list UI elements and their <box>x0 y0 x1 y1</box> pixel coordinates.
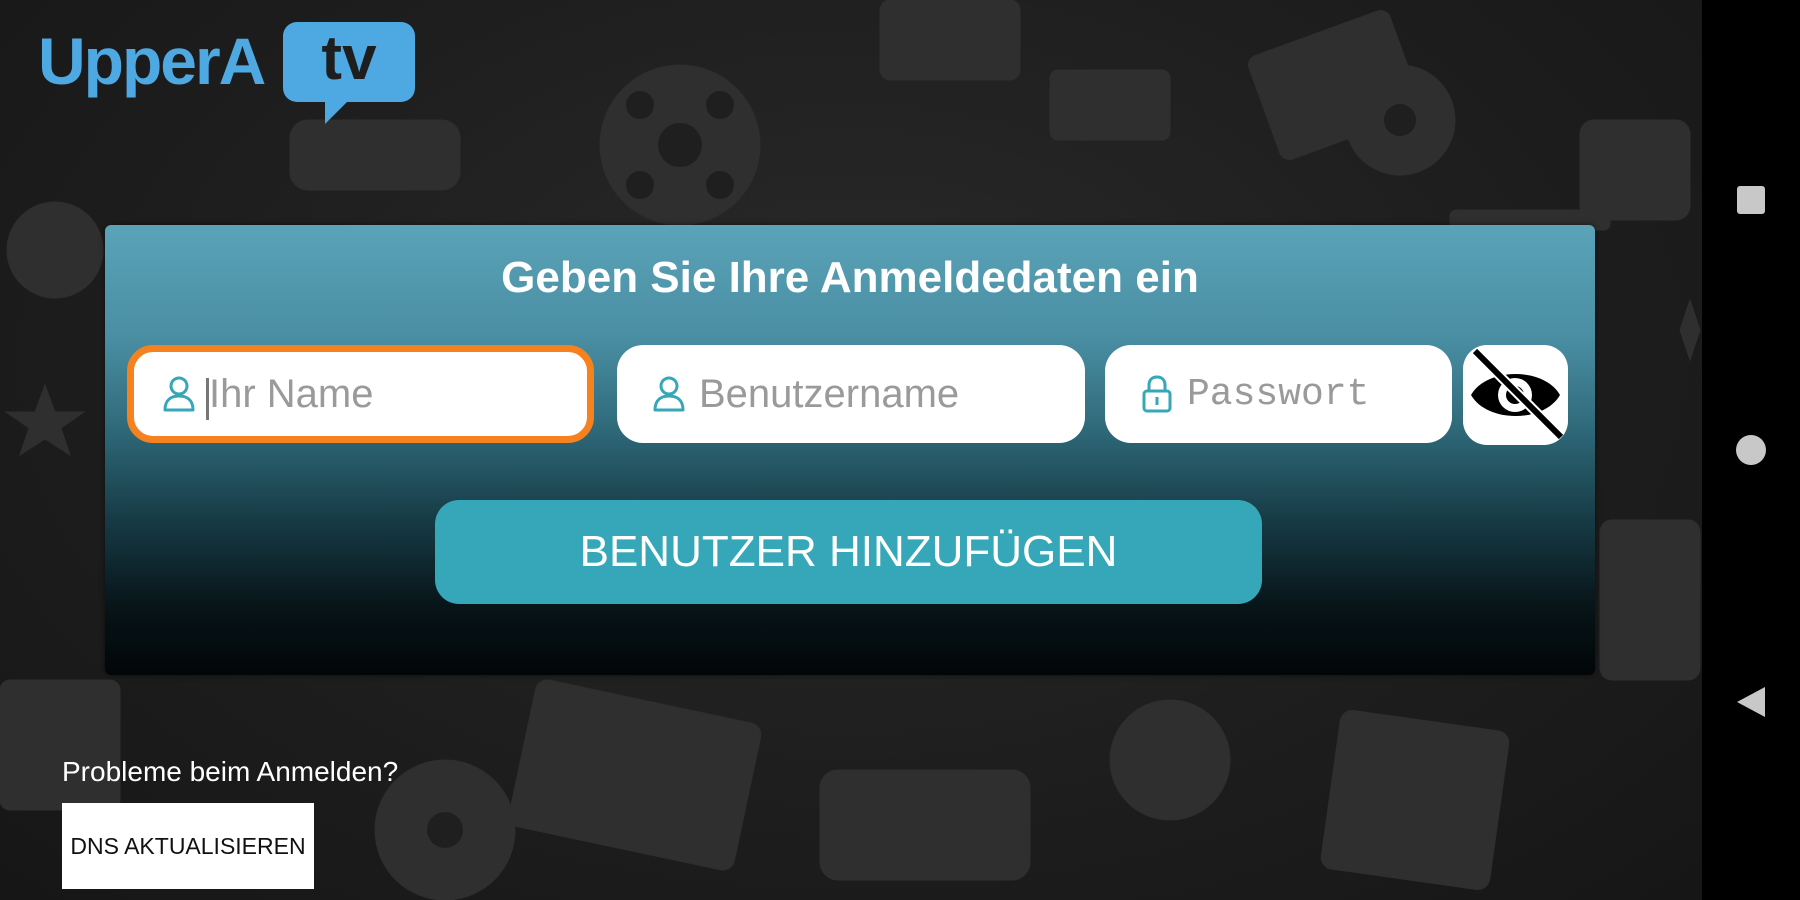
password-field[interactable] <box>1105 345 1452 443</box>
square-icon <box>1737 186 1765 214</box>
password-visibility-toggle[interactable] <box>1463 345 1568 445</box>
update-dns-button[interactable]: DNS AKTUALISIEREN <box>62 803 314 889</box>
home-button[interactable] <box>1721 420 1781 480</box>
username-field[interactable] <box>617 345 1085 443</box>
password-input[interactable] <box>1187 345 1434 443</box>
screen: UpperA tv Geben Sie Ihre Anmeldedaten ei… <box>0 0 1800 900</box>
logo-bubble-text: tv <box>321 24 377 93</box>
person-icon <box>653 376 685 412</box>
login-problems-label: Probleme beim Anmelden? <box>62 756 399 787</box>
app-logo: UpperA tv <box>38 18 415 124</box>
name-field[interactable] <box>127 345 594 443</box>
app-area: UpperA tv Geben Sie Ihre Anmeldedaten ei… <box>0 0 1702 900</box>
name-input[interactable] <box>209 352 562 436</box>
add-user-button[interactable]: BENUTZER HINZUFÜGEN <box>435 500 1262 604</box>
circle-icon <box>1736 435 1766 465</box>
logo-text: UpperA <box>38 24 266 98</box>
triangle-back-icon <box>1737 687 1765 717</box>
lock-icon <box>1142 375 1172 413</box>
system-navigation-bar <box>1702 0 1800 900</box>
back-button[interactable] <box>1721 672 1781 732</box>
recents-button[interactable] <box>1721 170 1781 230</box>
eye-off-icon <box>1471 347 1565 441</box>
panel-title: Geben Sie Ihre Anmeldedaten ein <box>501 253 1199 302</box>
person-icon <box>163 376 195 412</box>
logo-speech-bubble: tv <box>283 22 415 124</box>
username-input[interactable] <box>699 345 1067 443</box>
login-panel: Geben Sie Ihre Anmeldedaten ein Ihr Name… <box>105 225 1595 675</box>
